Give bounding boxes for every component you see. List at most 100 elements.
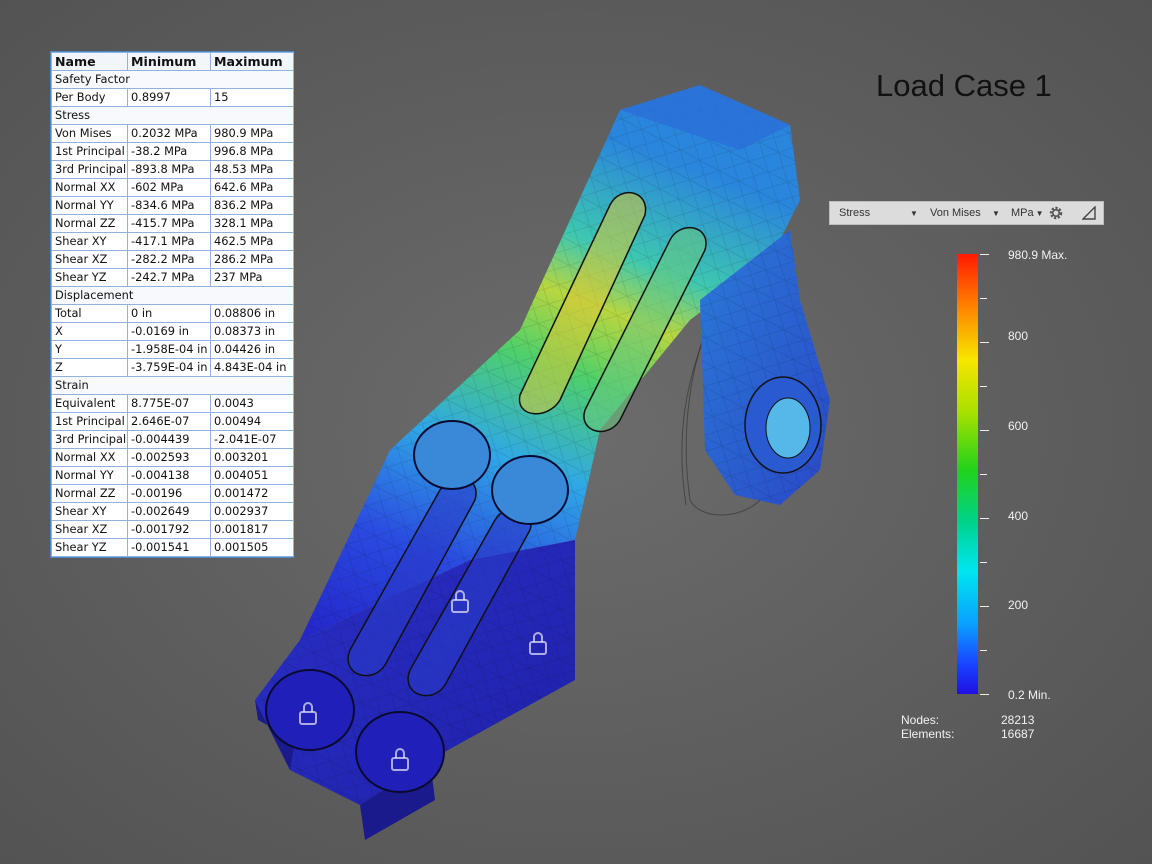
name-cell: Von Mises: [51, 124, 128, 143]
minimum-cell: -0.00196: [127, 484, 211, 503]
minimum-cell: -834.6 MPa: [127, 196, 211, 215]
table-row: 3rd Principal -0.004439 -2.041E-07: [51, 430, 294, 449]
minimum-cell: -282.2 MPa: [127, 250, 211, 269]
maximum-cell: 996.8 MPa: [210, 142, 294, 161]
result-type-chevron-icon[interactable]: ▼: [906, 207, 918, 219]
name-cell: Shear XZ: [51, 250, 128, 269]
minimum-cell: -0.001792: [127, 520, 211, 539]
legend-toolbar: Stress ▼ Von Mises ▼ MPa ▼: [829, 201, 1104, 225]
legend-label-600: 600: [1008, 419, 1029, 433]
minimum-cell: 0 in: [127, 304, 211, 323]
maximum-cell: 237 MPa: [210, 268, 294, 287]
component-chevron-icon[interactable]: ▼: [988, 207, 1000, 219]
table-row: Total 0 in 0.08806 in: [51, 304, 294, 323]
minimum-cell: -0.002649: [127, 502, 211, 521]
maximum-cell: -2.041E-07: [210, 430, 294, 449]
color-bar-tick: [980, 474, 987, 475]
table-row: 1st Principal -38.2 MPa 996.8 MPa: [51, 142, 294, 161]
maximum-cell: 0.001817: [210, 520, 294, 539]
table-row: Normal ZZ -415.7 MPa 328.1 MPa: [51, 214, 294, 233]
table-row: Shear XZ -0.001792 0.001817: [51, 520, 294, 539]
table-section-row: Strain: [51, 376, 294, 395]
color-bar-tick: [980, 650, 987, 651]
column-header-minimum: Minimum: [127, 52, 211, 71]
minimum-cell: -1.958E-04 in: [127, 340, 211, 359]
minimum-cell: -415.7 MPa: [127, 214, 211, 233]
elements-label: Elements:: [901, 727, 955, 741]
name-cell: Shear YZ: [51, 538, 128, 557]
maximum-cell: 0.0043: [210, 394, 294, 413]
minimum-cell: -0.004138: [127, 466, 211, 485]
maximum-cell: 980.9 MPa: [210, 124, 294, 143]
result-type-dropdown[interactable]: Stress: [839, 207, 870, 219]
table-section-row: Displacement: [51, 286, 294, 305]
name-cell: Normal ZZ: [51, 484, 128, 503]
legend-label-800: 800: [1008, 329, 1029, 343]
table-row: Shear XY -0.002649 0.002937: [51, 502, 294, 521]
name-cell: Normal XX: [51, 178, 128, 197]
legend-label-200: 200: [1008, 598, 1029, 612]
table-row: Von Mises 0.2032 MPa 980.9 MPa: [51, 124, 294, 143]
table-row: Equivalent 8.775E-07 0.0043: [51, 394, 294, 413]
name-cell: Y: [51, 340, 128, 359]
table-row: Shear YZ -242.7 MPa 237 MPa: [51, 268, 294, 287]
maximum-cell: 0.002937: [210, 502, 294, 521]
color-bar-tick: [980, 606, 989, 607]
column-header-maximum: Maximum: [210, 52, 294, 71]
minimum-cell: -602 MPa: [127, 178, 211, 197]
name-cell: Total: [51, 304, 128, 323]
name-cell: Z: [51, 358, 128, 377]
minimum-cell: -38.2 MPa: [127, 142, 211, 161]
maximum-cell: 286.2 MPa: [210, 250, 294, 269]
section-label: Displacement: [51, 286, 294, 305]
name-cell: Shear XY: [51, 232, 128, 251]
table-row: Shear XY -417.1 MPa 462.5 MPa: [51, 232, 294, 251]
minimum-cell: -893.8 MPa: [127, 160, 211, 179]
name-cell: Normal YY: [51, 196, 128, 215]
minimum-cell: -242.7 MPa: [127, 268, 211, 287]
table-row: Normal XX -602 MPa 642.6 MPa: [51, 178, 294, 197]
name-cell: 1st Principal: [51, 412, 128, 431]
minimum-cell: -3.759E-04 in: [127, 358, 211, 377]
load-case-title: Load Case 1: [876, 68, 1052, 103]
maximum-cell: 0.00494: [210, 412, 294, 431]
unit-label: MPa: [1011, 207, 1034, 219]
name-cell: 3rd Principal: [51, 160, 128, 179]
color-bar-tick: [980, 342, 989, 343]
table-row: Normal YY -0.004138 0.004051: [51, 466, 294, 485]
name-cell: Shear XZ: [51, 520, 128, 539]
name-cell: 1st Principal: [51, 142, 128, 161]
minimum-cell: -417.1 MPa: [127, 232, 211, 251]
result-type-label: Stress: [839, 207, 871, 219]
name-cell: Per Body: [51, 88, 128, 107]
gear-icon[interactable]: [1048, 205, 1064, 224]
nodes-value: 28213: [1001, 713, 1035, 727]
triangle-icon[interactable]: [1081, 205, 1096, 223]
nodes-label: Nodes:: [901, 713, 940, 727]
table-section-row: Safety Factor: [51, 70, 294, 89]
unit-dropdown[interactable]: MPa ▼: [1011, 207, 1044, 219]
minimum-cell: 0.2032 MPa: [127, 124, 211, 143]
legend-max-label: 980.9 Max.: [1008, 248, 1068, 262]
table-header-row: Name Minimum Maximum: [51, 52, 294, 71]
section-label: Strain: [51, 376, 294, 395]
table-row: Normal XX -0.002593 0.003201: [51, 448, 294, 467]
table-row: Z -3.759E-04 in 4.843E-04 in: [51, 358, 294, 377]
table-row: Shear XZ -282.2 MPa 286.2 MPa: [51, 250, 294, 269]
name-cell: X: [51, 322, 128, 341]
maximum-cell: 462.5 MPa: [210, 232, 294, 251]
table-row: X -0.0169 in 0.08373 in: [51, 322, 294, 341]
table-row: Shear YZ -0.001541 0.001505: [51, 538, 294, 557]
color-bar-tick: [980, 518, 989, 519]
maximum-cell: 4.843E-04 in: [210, 358, 294, 377]
maximum-cell: 0.04426 in: [210, 340, 294, 359]
maximum-cell: 836.2 MPa: [210, 196, 294, 215]
minimum-cell: -0.001541: [127, 538, 211, 557]
maximum-cell: 328.1 MPa: [210, 214, 294, 233]
color-bar-tick: [980, 562, 987, 563]
legend-min-label: 0.2 Min.: [1008, 688, 1051, 702]
component-dropdown[interactable]: Von Mises: [930, 207, 981, 219]
maximum-cell: 0.001505: [210, 538, 294, 557]
maximum-cell: 48.53 MPa: [210, 160, 294, 179]
results-summary-table: Name Minimum Maximum Safety Factor Per Bo…: [50, 51, 294, 558]
